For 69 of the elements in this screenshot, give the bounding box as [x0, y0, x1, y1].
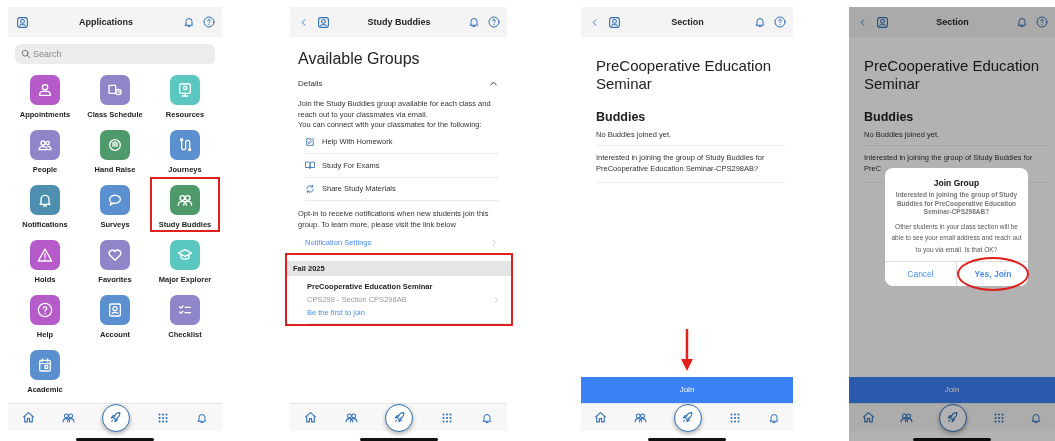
help-icon[interactable] [1036, 16, 1048, 28]
details-label: Details [298, 79, 323, 88]
screen-title: Section [935, 17, 970, 27]
people-icon[interactable] [344, 411, 358, 424]
people-icon[interactable] [634, 411, 648, 424]
buddies-heading: Buddies [864, 110, 915, 124]
rocket-icon [109, 411, 123, 424]
home-icon[interactable] [21, 411, 35, 424]
launch-button[interactable] [385, 403, 414, 432]
grid-icon[interactable] [992, 411, 1005, 424]
rocket-icon [393, 411, 406, 424]
grid-icon[interactable] [157, 411, 170, 424]
heart-icon [107, 247, 123, 263]
bell-icon [37, 192, 53, 208]
section-title: PreCooperative Education Seminar [596, 57, 773, 93]
bell-icon[interactable] [468, 16, 480, 28]
bell-icon[interactable] [196, 411, 209, 424]
join-button[interactable]: Join [581, 377, 793, 403]
profile-icon[interactable] [608, 15, 621, 29]
refresh-icon [305, 183, 315, 194]
home-icon[interactable] [303, 411, 317, 424]
launch-button[interactable] [939, 403, 967, 432]
profile-icon[interactable] [876, 15, 889, 29]
person-icon [37, 82, 53, 98]
grid-icon[interactable] [728, 411, 741, 424]
route-icon [177, 137, 193, 153]
chevron-right-icon [490, 238, 499, 247]
book-icon [305, 160, 315, 171]
buddies-heading: Buddies [596, 110, 647, 124]
screen-title: Section [670, 17, 705, 27]
profile-icon[interactable] [16, 15, 29, 29]
screen-title: Applications [78, 17, 134, 27]
help-icon [37, 302, 53, 318]
screen-title: Study Buddies [366, 17, 432, 27]
hand-icon [107, 137, 123, 153]
people-icon[interactable] [900, 411, 914, 424]
help-icon[interactable] [203, 16, 215, 28]
people-icon [177, 192, 193, 208]
launch-button[interactable] [674, 403, 702, 432]
bell-icon[interactable] [754, 16, 766, 28]
cancel-button[interactable]: Cancel [885, 263, 956, 285]
warning-icon [37, 247, 53, 263]
rocket-icon [946, 411, 960, 424]
launch-button[interactable] [101, 403, 130, 432]
id-card-icon [107, 302, 123, 318]
home-icon[interactable] [594, 411, 608, 424]
profile-icon[interactable] [317, 15, 330, 29]
grid-icon[interactable] [441, 411, 454, 424]
bell-icon[interactable] [1016, 16, 1028, 28]
people-icon[interactable] [61, 411, 75, 424]
bell-icon[interactable] [481, 411, 494, 424]
bell-icon[interactable] [183, 16, 195, 28]
section-title: PreCooperative Education Seminar [864, 57, 1041, 93]
calendar-icon [37, 357, 53, 373]
search-icon [21, 49, 31, 59]
presentation-icon [177, 82, 193, 98]
book-clock-icon [107, 82, 123, 98]
bell-icon[interactable] [1030, 411, 1043, 424]
help-icon[interactable] [488, 16, 500, 28]
help-icon[interactable] [774, 16, 786, 28]
search-field[interactable]: Search [15, 44, 215, 64]
rocket-icon [681, 411, 695, 424]
speech-bubble-icon [107, 192, 123, 208]
home-icon[interactable] [861, 411, 875, 424]
graduation-cap-icon [177, 247, 193, 263]
people-icon [37, 137, 53, 153]
page-heading: Available Groups [298, 49, 421, 69]
pencil-icon [305, 136, 315, 147]
bell-icon[interactable] [767, 411, 780, 424]
